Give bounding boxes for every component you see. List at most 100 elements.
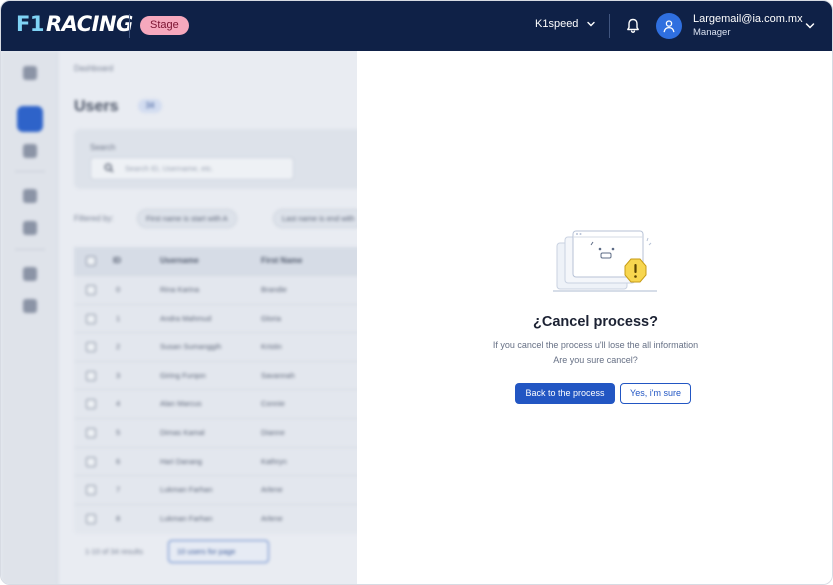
document-icon: [23, 221, 37, 235]
filtered-by-label: Filtered by:: [74, 214, 114, 223]
table-cell-id: 4: [116, 399, 121, 409]
table-cell-username: Dimas Kamal: [160, 428, 205, 437]
table-cell-username: Hari Danang: [160, 456, 203, 466]
app-window: F1 RACING Stage K1speed Largemail@ia.com…: [0, 0, 833, 585]
row-checkbox: [86, 456, 96, 467]
user-info[interactable]: Largemail@ia.com.mx Manager: [693, 13, 803, 40]
sidebar-item-users: [17, 106, 43, 132]
table-row: 8 Lukman Farhan Arlene: [74, 503, 357, 533]
table-cell-username: Andra Mahmud: [160, 313, 212, 323]
table-cell-username: Susan Sumanggih: [160, 342, 222, 352]
table-cell-id: 3: [116, 370, 121, 380]
warning-illustration: [553, 230, 657, 292]
sidebar-rail: [1, 51, 58, 584]
table-cell-id: 8: [116, 513, 121, 523]
car-icon: [23, 144, 37, 158]
dialog-title: ¿Cancel process?: [533, 314, 658, 330]
breadcrumb: Dashboard: [74, 64, 114, 73]
table-cell-first: Connie: [261, 399, 285, 409]
sidebar-divider: [15, 249, 45, 250]
row-checkbox: [86, 399, 96, 410]
confirm-cancel-button[interactable]: Yes, i'm sure: [620, 383, 691, 404]
logo-divider: [129, 14, 130, 38]
dialog-message-line: Are you sure cancel?: [553, 355, 638, 365]
chevron-down-icon[interactable]: [804, 20, 816, 32]
filter-chip: Last name is end with: [273, 209, 357, 228]
column-header-first-name: First Name: [261, 256, 303, 265]
row-checkbox: [86, 313, 96, 324]
home-icon: [23, 66, 37, 80]
back-to-process-button[interactable]: Back to the process: [515, 383, 615, 404]
logo-f1: F1: [16, 12, 44, 36]
user-icon: [663, 20, 675, 33]
dialog-message: If you cancel the process u'll lose the …: [357, 338, 832, 368]
column-header-username: Username: [160, 256, 199, 265]
sidebar-divider: [15, 171, 45, 172]
table-cell-first: Dianne: [261, 428, 285, 437]
table-cell-username: Alan Marcus: [160, 399, 202, 409]
workspace-label: K1speed: [535, 18, 579, 30]
row-checkbox: [86, 428, 96, 438]
bell-icon[interactable]: [625, 17, 641, 35]
table-cell-first: Arlene: [261, 513, 283, 523]
search-input: Search ID, Username, etc.: [90, 157, 294, 180]
top-bar: F1 RACING Stage K1speed Largemail@ia.com…: [1, 1, 832, 51]
table-cell-username: Rina Karina: [160, 285, 200, 294]
table-row: 2 Susan Sumanggih Kristin: [74, 332, 357, 361]
table-cell-id: 6: [116, 456, 121, 466]
avatar[interactable]: [656, 13, 682, 39]
table-cell-username: Giring Furqon: [160, 370, 206, 380]
environment-badge: Stage: [140, 16, 189, 35]
table-cell-id: 5: [116, 428, 121, 437]
search-label: Search: [90, 143, 116, 152]
select-all-checkbox: [86, 256, 96, 266]
column-header-id: ID: [113, 256, 121, 265]
dialog-message-line: If you cancel the process u'll lose the …: [492, 340, 699, 350]
table-row: 6 Hari Danang Kathryn: [74, 446, 357, 476]
table-cell-first: Gloria: [261, 313, 282, 323]
table-cell-id: 2: [116, 342, 121, 352]
table-cell-first: Savannah: [261, 370, 295, 380]
table-row: 7 Lukman Farhan Arlene: [74, 475, 357, 504]
table-row: 0 Rina Karina Brandie: [74, 275, 357, 304]
table-cell-first: Kathryn: [261, 456, 287, 466]
table-cell-username: Lukman Farhan: [160, 513, 213, 523]
topbar-divider: [609, 14, 610, 38]
briefcase-icon: [23, 189, 37, 203]
logo-text: RACING: [45, 12, 133, 36]
background-overlay[interactable]: Dashboard Users 34 Search Search ID, Use…: [1, 51, 357, 584]
table-cell-username: Lukman Farhan: [160, 485, 213, 495]
table-cell-id: 7: [116, 485, 121, 495]
person-icon: [23, 299, 37, 313]
table-row: 4 Alan Marcus Connie: [74, 389, 357, 418]
user-email: Largemail@ia.com.mx: [693, 13, 803, 25]
page-size-select: 10 users for page: [168, 540, 269, 563]
table-row: 3 Giring Furqon Savannah: [74, 360, 357, 390]
pagination-summary: 1-10 of 34 results: [85, 547, 143, 556]
table-cell-id: 0: [116, 285, 121, 294]
search-card: Search Search ID, Username, etc.: [74, 129, 357, 189]
table-cell-first: Kristin: [261, 342, 282, 352]
workspace-selector[interactable]: K1speed: [535, 18, 596, 30]
settings-icon: [23, 267, 37, 281]
user-role: Manager: [693, 27, 731, 38]
table-cell-first: Brandie: [261, 285, 287, 294]
row-checkbox: [86, 285, 96, 295]
filter-chip: First name is start with A: [137, 209, 237, 228]
count-badge: 34: [138, 99, 162, 113]
page-title: Users: [74, 98, 119, 115]
row-checkbox: [86, 342, 96, 353]
table-row: 1 Andra Mahmud Gloria: [74, 303, 357, 333]
chevron-down-icon: [587, 21, 596, 27]
search-icon: [104, 163, 114, 173]
table-row: 5 Dimas Kamal Dianne: [74, 418, 357, 447]
row-checkbox: [86, 485, 96, 496]
row-checkbox: [86, 513, 96, 524]
users-table: ID Username First Name 0 Rina Karina Brand…: [74, 247, 357, 534]
table-cell-first: Arlene: [261, 485, 283, 495]
logo[interactable]: F1 RACING: [16, 12, 133, 36]
cancel-dialog: ¿Cancel process? If you cancel the proce…: [357, 51, 832, 584]
row-checkbox: [86, 370, 96, 381]
blurred-users-page: Dashboard Users 34 Search Search ID, Use…: [1, 51, 357, 584]
warning-icon: [624, 258, 647, 283]
